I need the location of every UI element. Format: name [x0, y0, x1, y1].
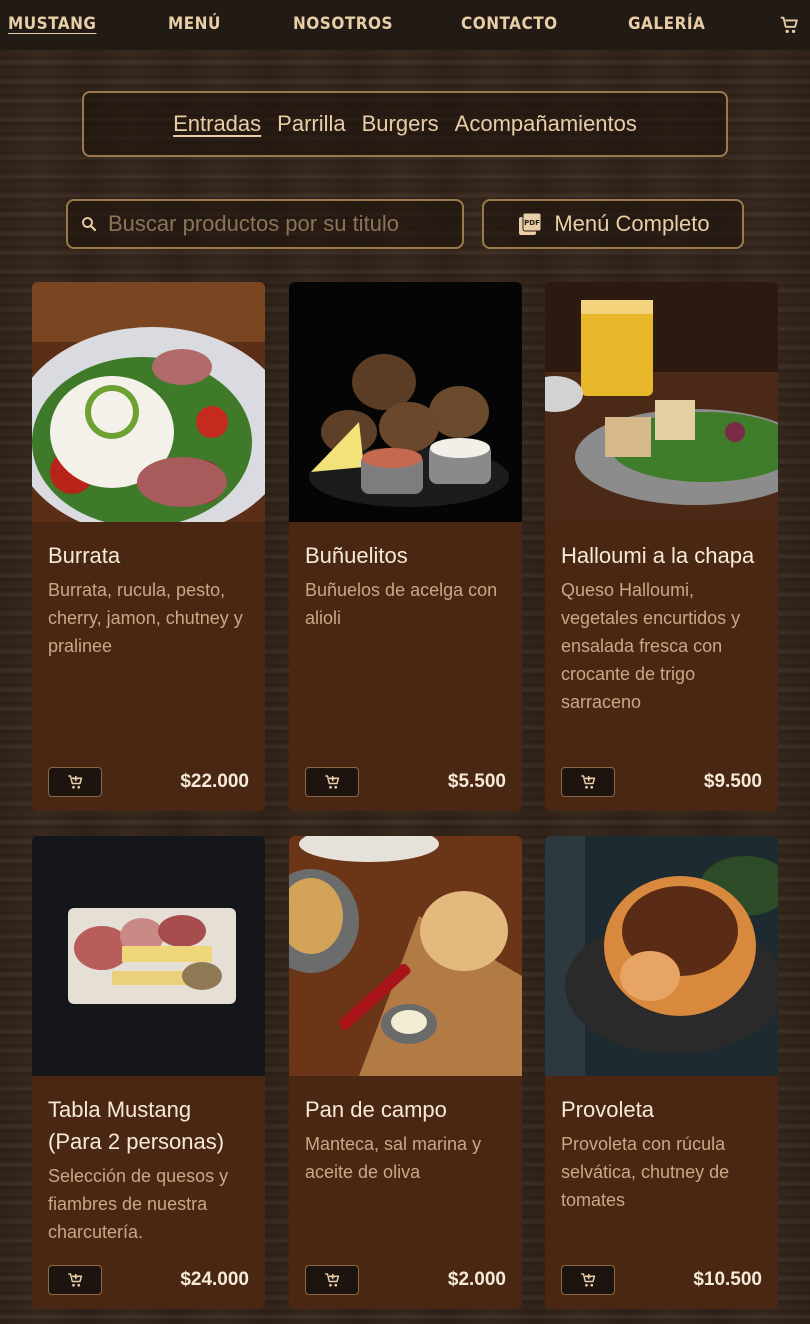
product-body: Provoleta Provoleta con rúcula selvática… — [545, 1076, 778, 1214]
nav-link-galeria[interactable]: GALERÍA — [628, 14, 705, 34]
nav-link-nosotros[interactable]: NOSOTROS — [293, 14, 393, 34]
product-body: Tabla Mustang (Para 2 personas) Selecció… — [32, 1076, 265, 1246]
product-price: $9.500 — [703, 771, 762, 792]
product-title: Tabla Mustang (Para 2 personas) — [48, 1097, 225, 1154]
product-image — [32, 836, 265, 1076]
product-title: Halloumi a la chapa — [561, 543, 755, 568]
product-card[interactable]: Provoleta Provoleta con rúcula selvática… — [545, 836, 778, 1309]
product-title: Burrata — [48, 543, 121, 568]
product-price: $5.500 — [447, 771, 506, 792]
nav-brand-link[interactable]: MUSTANG — [8, 14, 96, 34]
full-menu-button[interactable]: PDF Menú Completo — [482, 199, 744, 249]
product-description: Provoleta con rúcula selvática, chutney … — [561, 1134, 730, 1210]
add-to-cart-button[interactable] — [561, 767, 615, 797]
nav-link-contacto[interactable]: CONTACTO — [461, 14, 558, 34]
add-to-cart-button[interactable] — [305, 767, 359, 797]
add-to-cart-icon — [325, 1273, 340, 1287]
product-description: Queso Halloumi, vegetales encurtidos y e… — [561, 580, 741, 712]
search-icon — [82, 217, 97, 232]
product-price: $22.000 — [180, 771, 249, 792]
product-description: Manteca, sal marina y aceite de oliva — [305, 1134, 482, 1182]
cart-icon[interactable] — [778, 14, 800, 36]
product-image — [289, 836, 522, 1076]
product-image — [545, 282, 778, 522]
add-to-cart-icon — [325, 775, 340, 789]
tab-acompanamientos[interactable]: Acompañamientos — [455, 111, 637, 137]
category-tabs: Entradas Parrilla Burgers Acompañamiento… — [82, 91, 728, 157]
add-to-cart-button[interactable] — [561, 1265, 615, 1295]
product-description: Burrata, rucula, pesto, cherry, jamon, c… — [48, 580, 243, 656]
product-card[interactable]: Tabla Mustang (Para 2 personas) Selecció… — [32, 836, 265, 1309]
product-image — [545, 836, 778, 1076]
pdf-icon: PDF — [519, 212, 542, 235]
search-box — [66, 199, 464, 249]
add-to-cart-icon — [68, 1273, 83, 1287]
product-card[interactable]: Buñuelitos Buñuelos de acelga con alioli… — [289, 282, 522, 811]
product-price: $24.000 — [180, 1269, 249, 1290]
product-title: Provoleta — [561, 1097, 654, 1122]
product-image — [32, 282, 265, 522]
add-to-cart-button[interactable] — [305, 1265, 359, 1295]
search-input[interactable] — [108, 211, 448, 237]
top-nav: MUSTANG MENÚ NOSOTROS CONTACTO GALERÍA — [0, 0, 810, 50]
product-body: Burrata Burrata, rucula, pesto, cherry, … — [32, 522, 265, 660]
tab-parrilla[interactable]: Parrilla — [277, 111, 345, 137]
product-image — [289, 282, 522, 522]
product-description: Buñuelos de acelga con alioli — [305, 580, 498, 628]
tab-burgers[interactable]: Burgers — [362, 111, 439, 137]
tab-entradas[interactable]: Entradas — [173, 111, 261, 137]
add-to-cart-button[interactable] — [48, 1265, 102, 1295]
add-to-cart-icon — [68, 775, 83, 789]
product-description: Selección de quesos y fiambres de nuestr… — [48, 1166, 229, 1242]
add-to-cart-icon — [581, 775, 596, 789]
svg-text:PDF: PDF — [524, 219, 540, 227]
nav-link-menu[interactable]: MENÚ — [168, 14, 221, 34]
product-title: Pan de campo — [305, 1097, 447, 1122]
product-body: Pan de campo Manteca, sal marina y aceit… — [289, 1076, 522, 1186]
product-card[interactable]: Pan de campo Manteca, sal marina y aceit… — [289, 836, 522, 1309]
full-menu-label: Menú Completo — [554, 211, 710, 236]
product-price: $2.000 — [447, 1269, 506, 1290]
product-card[interactable]: Burrata Burrata, rucula, pesto, cherry, … — [32, 282, 265, 811]
add-to-cart-icon — [581, 1273, 596, 1287]
product-price: $10.500 — [693, 1269, 762, 1290]
product-title: Buñuelitos — [305, 543, 408, 568]
product-body: Buñuelitos Buñuelos de acelga con alioli — [289, 522, 522, 632]
product-card[interactable]: Halloumi a la chapa Queso Halloumi, vege… — [545, 282, 778, 811]
add-to-cart-button[interactable] — [48, 767, 102, 797]
product-body: Halloumi a la chapa Queso Halloumi, vege… — [545, 522, 778, 716]
